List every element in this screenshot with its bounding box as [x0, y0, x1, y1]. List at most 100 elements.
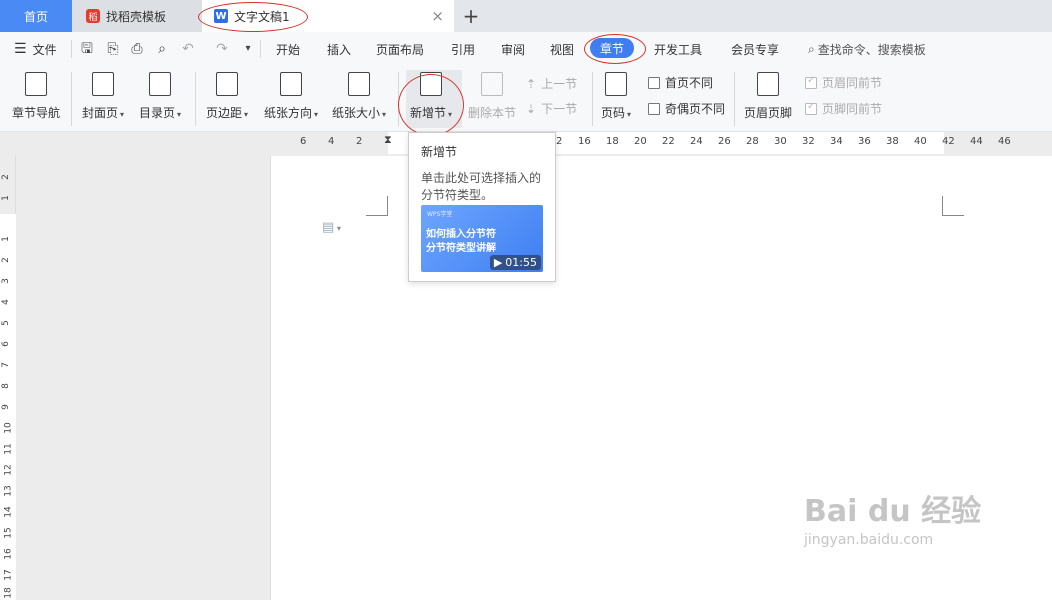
ruler-tick: 7: [0, 362, 11, 368]
margin-label: 页边距 ▾: [206, 104, 248, 121]
margin-button[interactable]: 页边距 ▾: [206, 72, 248, 121]
export-pdf-icon[interactable]: ⎘: [105, 41, 121, 57]
redo-icon[interactable]: ↷: [214, 41, 230, 57]
first-page-different-checkbox[interactable]: 首页不同: [648, 74, 713, 91]
paper-size-button[interactable]: 纸张大小 ▾: [332, 72, 386, 121]
ruler-tick: 2: [556, 136, 563, 147]
new-tab-button[interactable]: +: [456, 0, 486, 32]
menu-review[interactable]: 审阅: [501, 32, 525, 66]
close-tab-icon[interactable]: ×: [431, 7, 444, 25]
page-number-label: 页码 ▾: [601, 104, 631, 121]
caret-down-icon: ▾: [627, 110, 632, 119]
caret-down-icon: ▾: [314, 110, 319, 119]
file-menu-label: 文件: [32, 42, 57, 57]
cover-page-button[interactable]: 封面页 ▾: [82, 72, 124, 121]
delete-section-icon: [481, 72, 503, 96]
highlight-ring-section: [584, 34, 646, 64]
footer-same-as-previous-checkbox[interactable]: 页脚同前节: [805, 100, 882, 117]
ruler-tick: 18: [606, 136, 619, 147]
file-menu[interactable]: ☰ 文件: [14, 32, 57, 66]
ruler-tick: 30: [774, 136, 787, 147]
paper-size-label: 纸张大小 ▾: [332, 104, 386, 121]
ruler-tick: 8: [0, 383, 11, 389]
command-search[interactable]: ⌕ 查找命令、搜索模板: [808, 32, 926, 66]
ruler-tick: 44: [970, 136, 983, 147]
ruler-tick: 6: [300, 136, 307, 147]
ruler-tick: 24: [690, 136, 703, 147]
print-icon[interactable]: ⎙: [129, 41, 145, 57]
ruler-tick: 9: [0, 404, 11, 410]
ruler-tick: 1: [0, 236, 11, 242]
menu-references[interactable]: 引用: [451, 32, 475, 66]
ruler-corner: [0, 132, 270, 156]
tutorial-video-thumbnail[interactable]: WPS学堂 如何插入分节符 分节符类型讲解 ▶ 01:55: [421, 205, 543, 272]
print-preview-icon[interactable]: ⌕: [154, 41, 170, 57]
header-same-as-previous-label: 页眉同前节: [822, 76, 883, 90]
footer-same-as-previous-label: 页脚同前节: [822, 102, 883, 116]
ruler-tick: 2: [0, 174, 11, 180]
ruler-tick: 42: [942, 136, 955, 147]
odd-even-different-checkbox[interactable]: 奇偶页不同: [648, 100, 725, 117]
ruler-tick: 3: [0, 278, 11, 284]
tab-home[interactable]: 首页: [0, 0, 72, 32]
margin-text: 页边距: [206, 106, 243, 120]
page-number-text: 页码: [601, 106, 626, 120]
margin-corner-mark: [366, 196, 388, 216]
paragraph-options-icon[interactable]: ▤ ▾: [322, 220, 341, 235]
save-icon[interactable]: 🖫: [79, 41, 95, 57]
ruler-tick: 18: [3, 587, 14, 599]
orientation-button[interactable]: 纸张方向 ▾: [264, 72, 318, 121]
page-number-button[interactable]: 页码 ▾: [601, 72, 631, 121]
ruler-tick: 36: [858, 136, 871, 147]
ruler-tick: 22: [662, 136, 675, 147]
daoke-logo-icon: 稻: [86, 9, 100, 23]
menu-developer[interactable]: 开发工具: [654, 32, 702, 66]
ruler-tick: 14: [3, 506, 14, 518]
video-title-line-2: 分节符类型讲解: [426, 243, 496, 254]
prev-section-label: 上一节: [541, 77, 578, 91]
toc-page-label: 目录页 ▾: [139, 104, 181, 121]
ruler-tick: 16: [578, 136, 591, 147]
toc-page-button[interactable]: 目录页 ▾: [139, 72, 181, 121]
highlight-ring-new-section: [398, 74, 464, 136]
ruler-tick: 12: [3, 464, 14, 476]
canvas-background: [16, 156, 270, 600]
customize-quick-access-icon[interactable]: ▾: [240, 41, 256, 57]
ruler-tick: 2: [0, 257, 11, 263]
header-same-as-previous-checkbox[interactable]: 页眉同前节: [805, 74, 882, 91]
menu-page-layout[interactable]: 页面布局: [376, 32, 424, 66]
tab-template-label: 找稻壳模板: [106, 9, 167, 24]
divider: [592, 72, 593, 126]
orientation-text: 纸张方向: [264, 106, 313, 120]
tab-template[interactable]: 稻 找稻壳模板: [72, 0, 202, 32]
cover-page-text: 封面页: [82, 106, 119, 120]
watermark-url: jingyan.baidu.com: [804, 532, 934, 548]
ruler-tick: 6: [0, 341, 11, 347]
prev-section-icon: ⇡: [526, 76, 537, 91]
header-footer-button[interactable]: 页眉页脚: [744, 72, 792, 121]
menu-insert[interactable]: 插入: [327, 32, 351, 66]
watermark-brand: Bai du 经验: [804, 494, 982, 529]
ruler-tick: 38: [886, 136, 899, 147]
ruler-tick: 4: [328, 136, 335, 147]
video-brand-label: WPS学堂: [427, 211, 453, 218]
delete-section-button[interactable]: 删除本节: [468, 72, 516, 121]
menu-member[interactable]: 会员专享: [731, 32, 779, 66]
indent-marker-icon[interactable]: ⧗: [384, 133, 392, 147]
checkbox-checked-icon: [805, 101, 817, 115]
ruler-tick: 26: [718, 136, 731, 147]
caret-down-icon: ▾: [120, 110, 125, 119]
ruler-tick: 17: [3, 569, 14, 581]
undo-icon[interactable]: ↶: [180, 41, 196, 57]
section-nav-button[interactable]: 章节导航: [12, 72, 60, 121]
ruler-tick: 11: [3, 443, 14, 455]
caret-down-icon: ▾: [177, 110, 182, 119]
divider: [734, 72, 735, 126]
next-section-button[interactable]: ⇣ 下一节: [526, 100, 577, 117]
prev-section-button[interactable]: ⇡ 上一节: [526, 75, 577, 92]
tooltip-title: 新增节: [421, 145, 458, 159]
ruler-tick: 1: [0, 195, 11, 201]
menu-view[interactable]: 视图: [550, 32, 574, 66]
header-footer-icon: [757, 72, 779, 96]
menu-start[interactable]: 开始: [276, 32, 300, 66]
